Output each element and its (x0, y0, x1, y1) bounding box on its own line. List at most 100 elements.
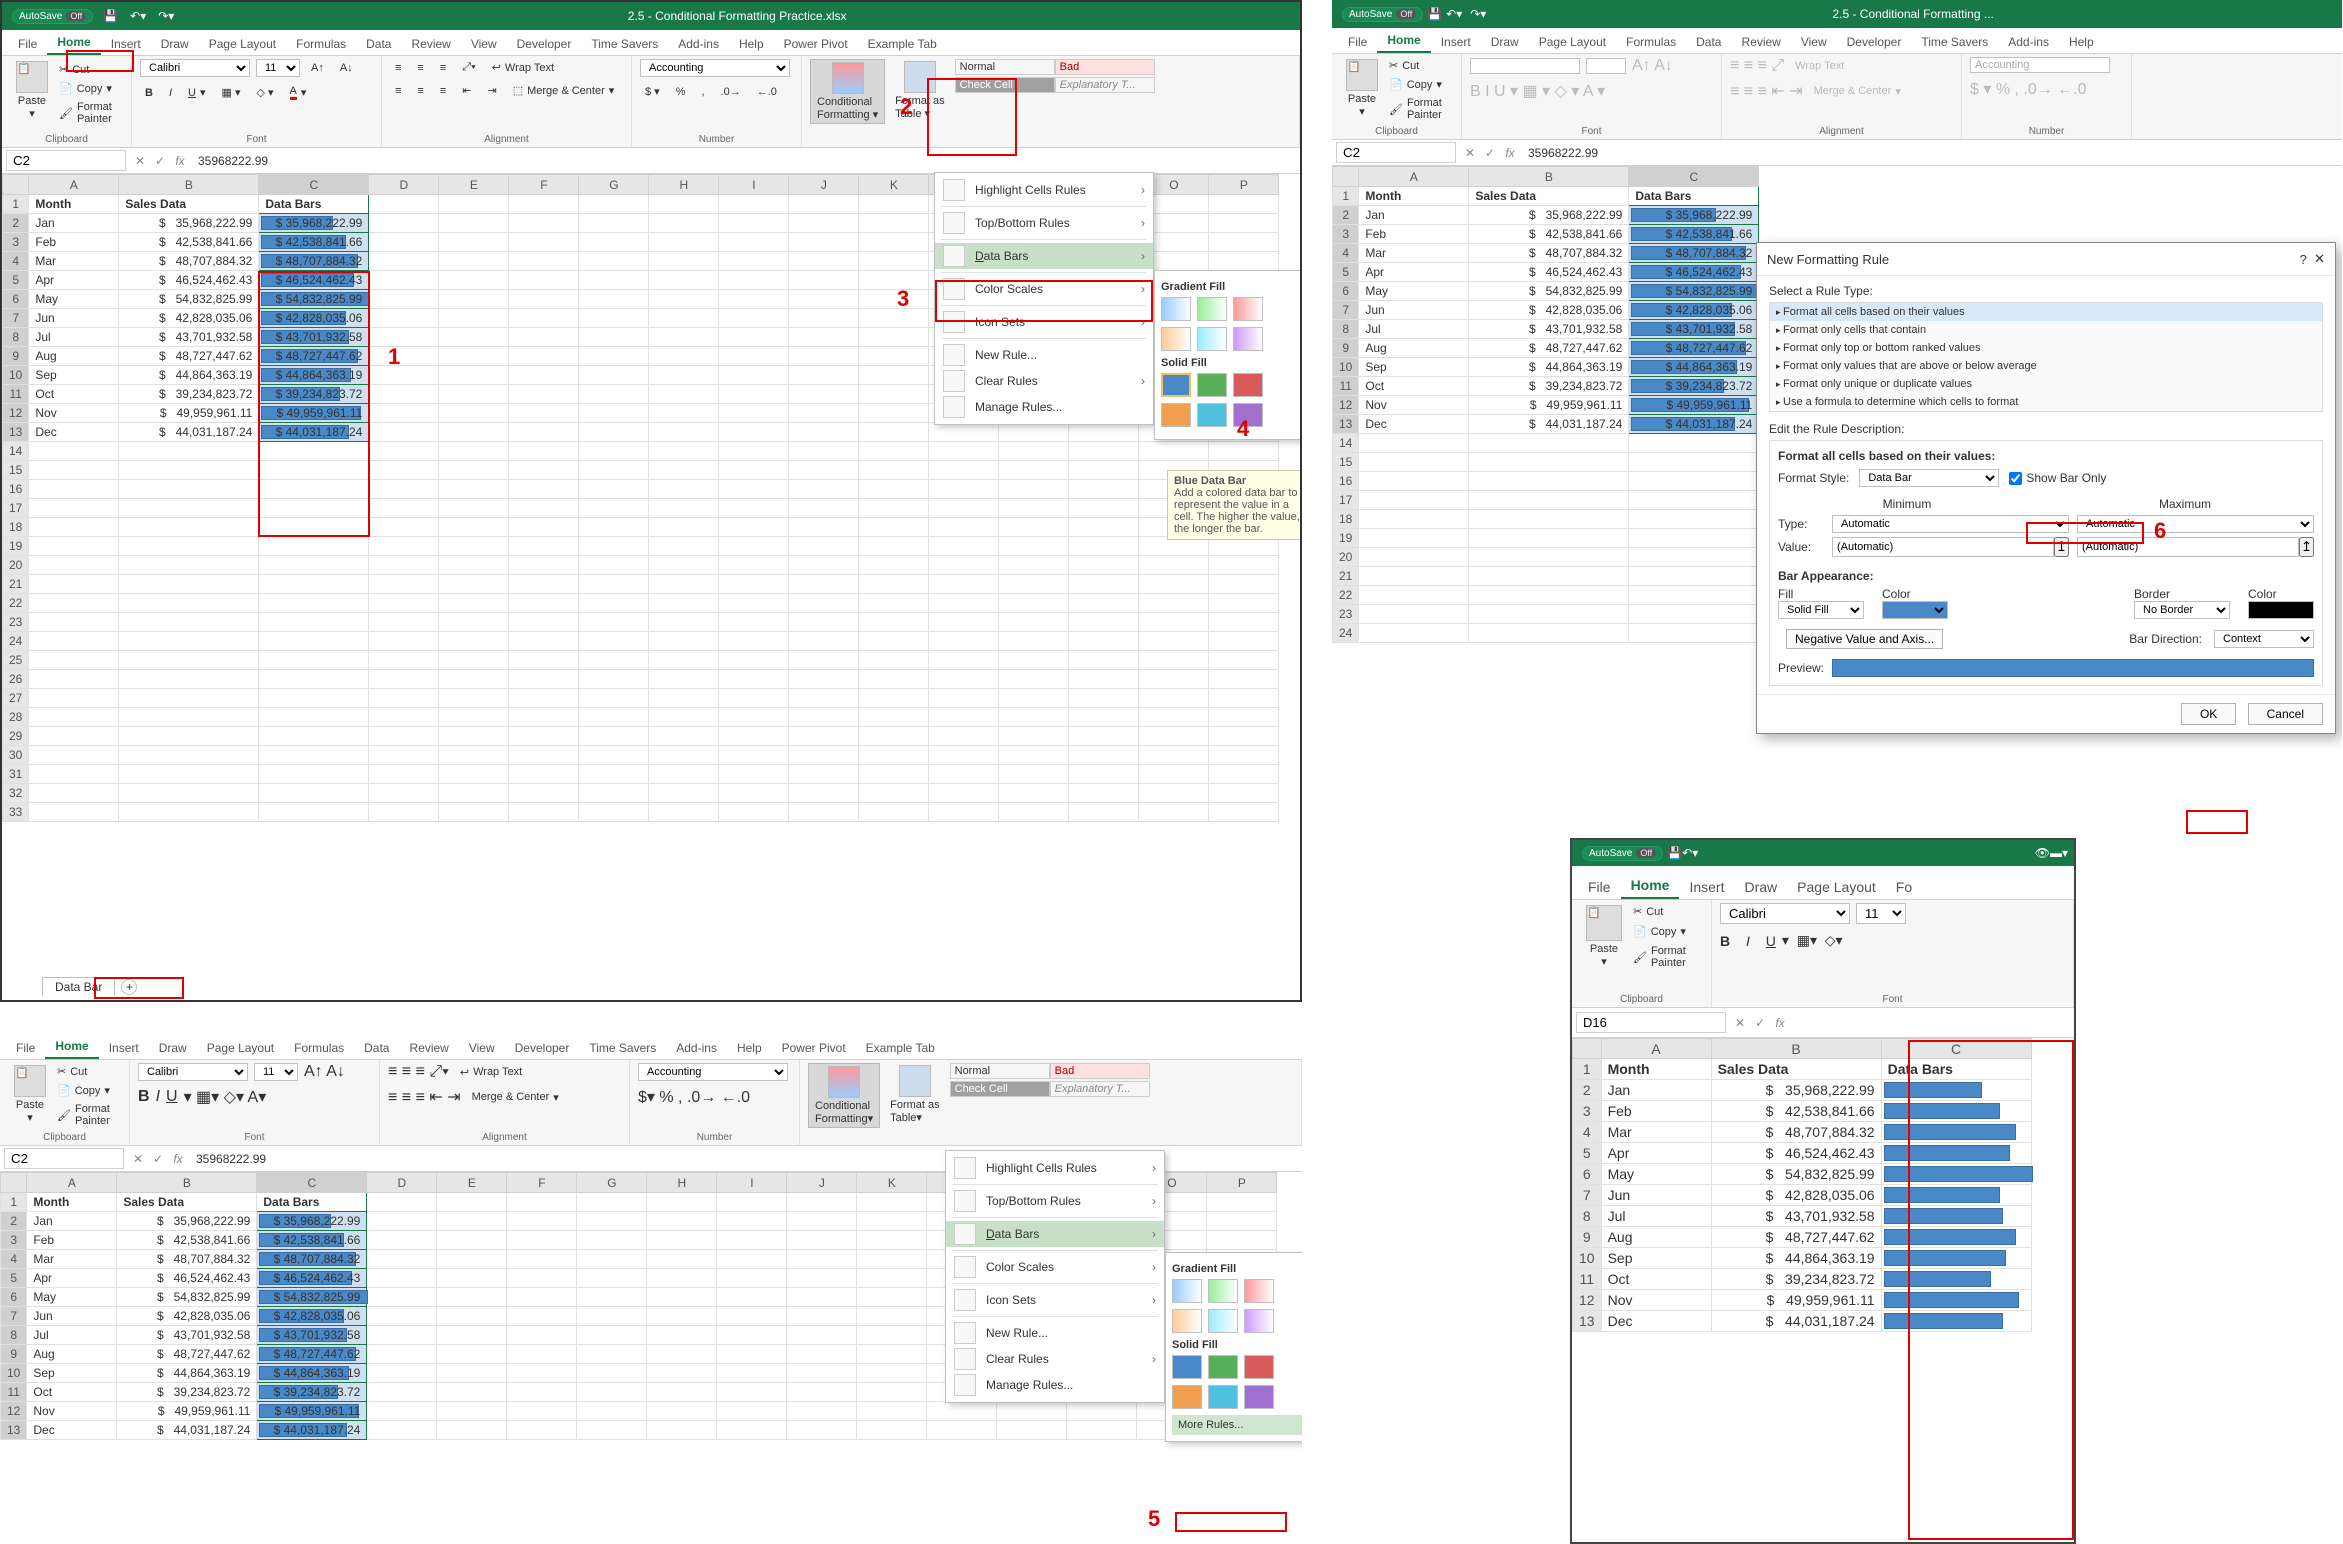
menu-manage-rules[interactable]: Manage Rules... (935, 394, 1153, 420)
tab-view[interactable]: View (1791, 31, 1837, 53)
format-as-table-button[interactable]: Format asTable ▾ (889, 59, 951, 124)
tab-review[interactable]: Review (401, 33, 460, 55)
tab-home[interactable]: Home (1377, 29, 1430, 53)
tab-view[interactable]: View (459, 1037, 505, 1059)
dialog-help-icon[interactable]: ? (2300, 252, 2307, 267)
rule-type-item[interactable]: Format all cells based on their values (1770, 303, 2322, 321)
tab-home[interactable]: Home (45, 1035, 98, 1059)
min-refpick-button[interactable]: ↥ (2054, 537, 2069, 557)
rule-type-item[interactable]: Format only cells that contain (1770, 321, 2322, 339)
menu-new-rule[interactable]: New Rule... (946, 1320, 1164, 1346)
solid-green[interactable] (1197, 373, 1227, 397)
number-format-select[interactable]: Accounting (640, 59, 790, 77)
gradient-purple[interactable] (1233, 327, 1263, 351)
align-middle-button[interactable]: ≡ (412, 60, 428, 76)
tab-power-pivot[interactable]: Power Pivot (774, 33, 858, 55)
negative-axis-button[interactable]: Negative Value and Axis... (1786, 629, 1943, 649)
more-rules-item[interactable]: More Rules... (1172, 1415, 1302, 1435)
menu-highlight-cells[interactable]: Highlight Cells Rules› (935, 177, 1153, 203)
increase-font-button[interactable]: A↑ (306, 60, 329, 76)
tab-example-tab[interactable]: Example Tab (856, 1037, 945, 1059)
min-type-select[interactable]: Automatic (1832, 515, 2069, 533)
formula-input[interactable]: 35968222.99 (190, 152, 1300, 170)
show-bar-only-checkbox[interactable]: Show Bar Only (2009, 471, 2106, 485)
orientation-button[interactable]: ⤢▾ (457, 59, 480, 76)
style-normal[interactable]: Normal (955, 59, 1055, 75)
menu-top-bottom[interactable]: Top/Bottom Rules› (946, 1188, 1164, 1214)
bar-direction-select[interactable]: Context (2214, 630, 2314, 648)
format-as-table-button[interactable]: Format asTable▾ (884, 1063, 946, 1128)
gradient-green[interactable] (1197, 297, 1227, 321)
tab-draw[interactable]: Draw (151, 33, 199, 55)
tab-page-layout[interactable]: Page Layout (1529, 31, 1616, 53)
percent-button[interactable]: % (671, 84, 691, 100)
max-value-input[interactable] (2077, 537, 2299, 557)
align-right-button[interactable]: ≡ (435, 83, 451, 99)
conditional-formatting-button[interactable]: ConditionalFormatting▾ (808, 1063, 880, 1128)
max-refpick-button[interactable]: ↥ (2299, 537, 2314, 557)
tab-view[interactable]: View (461, 33, 507, 55)
tab-help[interactable]: Help (729, 33, 774, 55)
solid-orange[interactable] (1161, 403, 1191, 427)
copy-button[interactable]: 📄Copy ▾ (54, 80, 123, 97)
style-explanatory[interactable]: Explanatory T... (1055, 77, 1155, 93)
name-box[interactable] (1336, 142, 1456, 163)
decrease-decimal-button[interactable]: ←.0 (752, 84, 782, 100)
tab-file[interactable]: File (6, 1037, 45, 1059)
tab-help[interactable]: Help (727, 1037, 772, 1059)
copy-button[interactable]: 📄 Copy ▾ (1384, 76, 1453, 93)
menu-icon-sets[interactable]: Icon Sets› (946, 1287, 1164, 1313)
tab-help[interactable]: Help (2059, 31, 2104, 53)
fill-color-button[interactable]: ◇ ▾ (251, 84, 278, 101)
tab-formulas[interactable]: Formulas (1616, 31, 1686, 53)
align-bottom-button[interactable]: ≡ (435, 60, 451, 76)
tab-developer[interactable]: Developer (1837, 31, 1912, 53)
fx-icon[interactable]: fx (170, 154, 190, 168)
increase-decimal-button[interactable]: .0→ (716, 84, 746, 100)
tab-home[interactable]: Home (47, 31, 100, 55)
format-painter-button[interactable]: 🖌 Format Painter (1384, 95, 1453, 123)
menu-data-bars[interactable]: Data Bars› (946, 1221, 1164, 1247)
tab-add-ins[interactable]: Add-ins (1998, 31, 2059, 53)
menu-icon-sets[interactable]: Icon Sets› (935, 309, 1153, 335)
save-icon[interactable]: 💾 (103, 9, 118, 23)
solid-red[interactable] (1233, 373, 1263, 397)
tab-developer[interactable]: Developer (505, 1037, 580, 1059)
solid-blue[interactable] (1161, 373, 1191, 397)
style-check-cell[interactable]: Check Cell (955, 77, 1055, 93)
redo-icon[interactable]: ↷▾ (1470, 7, 1486, 21)
menu-clear-rules[interactable]: Clear Rules› (946, 1346, 1164, 1372)
tab-file[interactable]: File (8, 33, 47, 55)
tab-example-tab[interactable]: Example Tab (858, 33, 947, 55)
wrap-text-button[interactable]: ↩Wrap Text (487, 59, 559, 76)
tab-data[interactable]: Data (354, 1037, 399, 1059)
menu-top-bottom[interactable]: Top/Bottom Rules› (935, 210, 1153, 236)
tab-home[interactable]: Home (1621, 873, 1680, 899)
menu-color-scales[interactable]: Color Scales› (946, 1254, 1164, 1280)
gradient-orange[interactable] (1161, 327, 1191, 351)
format-painter-button[interactable]: 🖌Format Painter (54, 99, 123, 127)
tab-insert[interactable]: Insert (99, 1037, 149, 1059)
font-family-select[interactable]: Calibri (140, 59, 250, 77)
undo-icon[interactable]: ↶▾ (130, 9, 146, 23)
fx-confirm-icon[interactable]: ✓ (150, 154, 170, 168)
paste-button[interactable]: 📋Paste ▾ (1340, 57, 1384, 123)
fill-color-select[interactable] (1882, 601, 1948, 619)
tab-formulas[interactable]: Formulas (284, 1037, 354, 1059)
merge-center-button[interactable]: ⬚Merge & Center ▾ (508, 82, 620, 99)
tab-add-ins[interactable]: Add-ins (666, 1037, 727, 1059)
tab-page-layout[interactable]: Page Layout (1787, 875, 1886, 899)
font-color-button[interactable]: A ▾ (285, 83, 312, 102)
autosave-toggle[interactable]: AutoSave Off (12, 9, 93, 24)
currency-button[interactable]: $ ▾ (640, 83, 665, 100)
rule-type-item[interactable]: Format only top or bottom ranked values (1770, 339, 2322, 357)
align-center-button[interactable]: ≡ (412, 83, 428, 99)
menu-manage-rules[interactable]: Manage Rules... (946, 1372, 1164, 1398)
font-size-select[interactable]: 11 (256, 59, 300, 77)
tab-insert[interactable]: Insert (1679, 875, 1734, 899)
rule-type-item[interactable]: Format only values that are above or bel… (1770, 357, 2322, 375)
style-bad[interactable]: Bad (1055, 59, 1155, 75)
tab-page-layout[interactable]: Page Layout (199, 33, 286, 55)
tab-developer[interactable]: Developer (507, 33, 582, 55)
tab-file[interactable]: File (1338, 31, 1377, 53)
